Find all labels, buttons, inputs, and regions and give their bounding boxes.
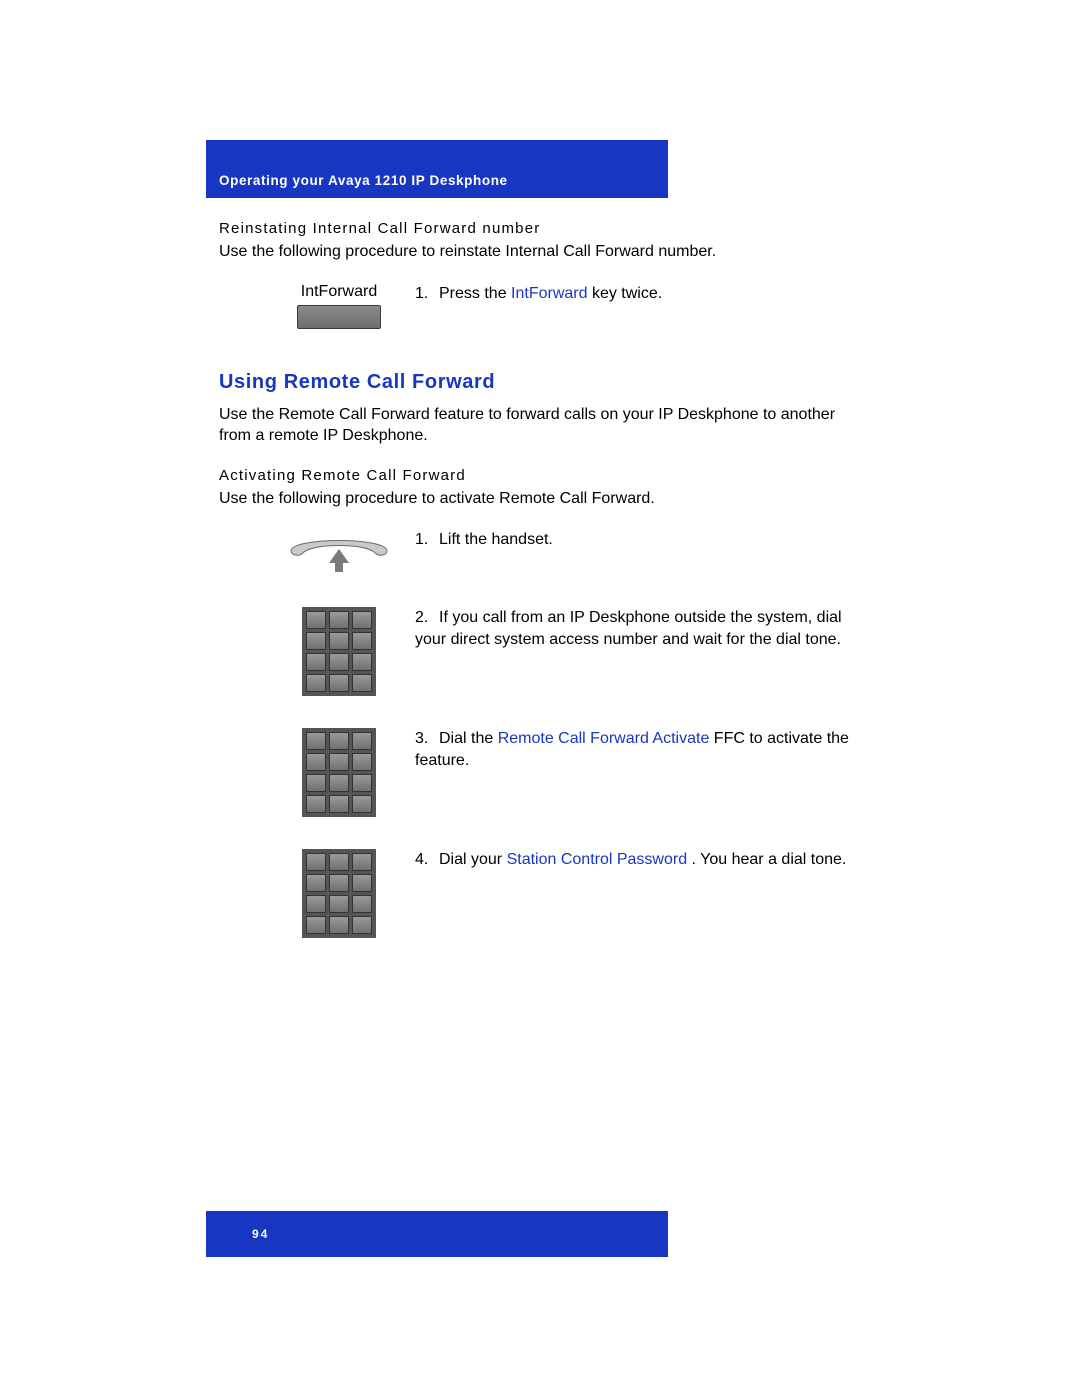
step-3: 3.Dial the Remote Call Forward Activate …	[219, 728, 859, 817]
page-footer-band: 94	[206, 1211, 668, 1257]
intro-reinstate: Use the following procedure to reinstate…	[219, 241, 859, 263]
step-1: 1.Lift the handset.	[219, 529, 859, 575]
subheading-activating: Activating Remote Call Forward	[219, 467, 859, 484]
intforward-link: IntForward	[511, 285, 587, 302]
step-2-text: 2.If you call from an IP Deskphone outsi…	[409, 607, 859, 650]
step-text: Lift the handset.	[439, 531, 553, 548]
step-4-text: 4.Dial your Station Control Password . Y…	[409, 849, 859, 871]
step-number: 4.	[415, 849, 439, 871]
keypad-icon	[219, 607, 409, 696]
keypad-icon	[219, 728, 409, 817]
step-number: 2.	[415, 607, 439, 629]
page-header-title: Operating your Avaya 1210 IP Deskphone	[219, 173, 508, 188]
step-text: If you call from an IP Deskphone outside…	[415, 609, 842, 648]
step-4: 4.Dial your Station Control Password . Y…	[219, 849, 859, 938]
rcf-activate-link: Remote Call Forward Activate	[498, 730, 710, 747]
step-text-part: key twice.	[588, 285, 663, 302]
step-text-part: Dial your	[439, 851, 507, 868]
section-heading-remote: Using Remote Call Forward	[219, 371, 859, 394]
keypad-icon	[219, 849, 409, 938]
step-2: 2.If you call from an IP Deskphone outsi…	[219, 607, 859, 696]
step-text-part: Press the	[439, 285, 511, 302]
step-1-text: 1.Lift the handset.	[409, 529, 859, 551]
softkey-icon	[297, 305, 381, 329]
step-number: 1.	[415, 283, 439, 305]
step-number: 3.	[415, 728, 439, 750]
handset-icon	[219, 529, 409, 575]
step-intforward-text: 1.Press the IntForward key twice.	[409, 283, 859, 305]
step-3-text: 3.Dial the Remote Call Forward Activate …	[409, 728, 859, 771]
intro-activating: Use the following procedure to activate …	[219, 488, 859, 510]
page-content: Reinstating Internal Call Forward number…	[219, 218, 859, 970]
step-text-part: . You hear a dial tone.	[687, 851, 846, 868]
up-arrow-icon	[329, 549, 349, 563]
subheading-reinstate: Reinstating Internal Call Forward number	[219, 220, 859, 237]
scp-link: Station Control Password	[507, 851, 688, 868]
intro-remote: Use the Remote Call Forward feature to f…	[219, 404, 859, 447]
step-number: 1.	[415, 529, 439, 551]
step-text-part: Dial the	[439, 730, 498, 747]
intforward-label: IntForward	[297, 283, 381, 301]
intforward-key-graphic: IntForward	[219, 283, 409, 329]
page-header-band: Operating your Avaya 1210 IP Deskphone	[206, 140, 668, 198]
page-number: 94	[252, 1227, 269, 1241]
step-intforward: IntForward 1.Press the IntForward key tw…	[219, 283, 859, 329]
